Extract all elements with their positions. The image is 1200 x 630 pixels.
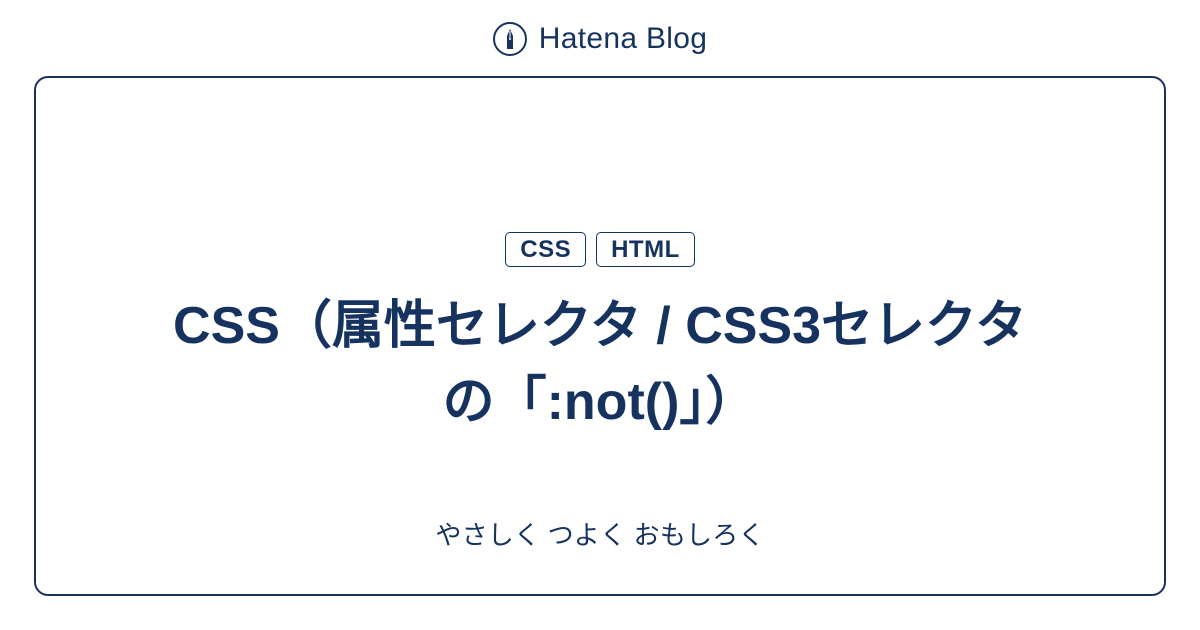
brand-name: Hatena Blog [539, 22, 707, 56]
article-title: CSS（属性セレクタ / CSS3セレクタの「:not()」） [150, 289, 1050, 440]
article-card: CSS HTML CSS（属性セレクタ / CSS3セレクタの「:not()」）… [34, 76, 1166, 596]
tag-item: CSS [505, 232, 586, 267]
tag-item: HTML [596, 232, 695, 267]
tag-list: CSS HTML [505, 232, 695, 267]
blog-subtitle: やさしく つよく おもしろく [435, 515, 764, 552]
pen-icon [493, 22, 527, 56]
header: Hatena Blog [493, 0, 707, 76]
